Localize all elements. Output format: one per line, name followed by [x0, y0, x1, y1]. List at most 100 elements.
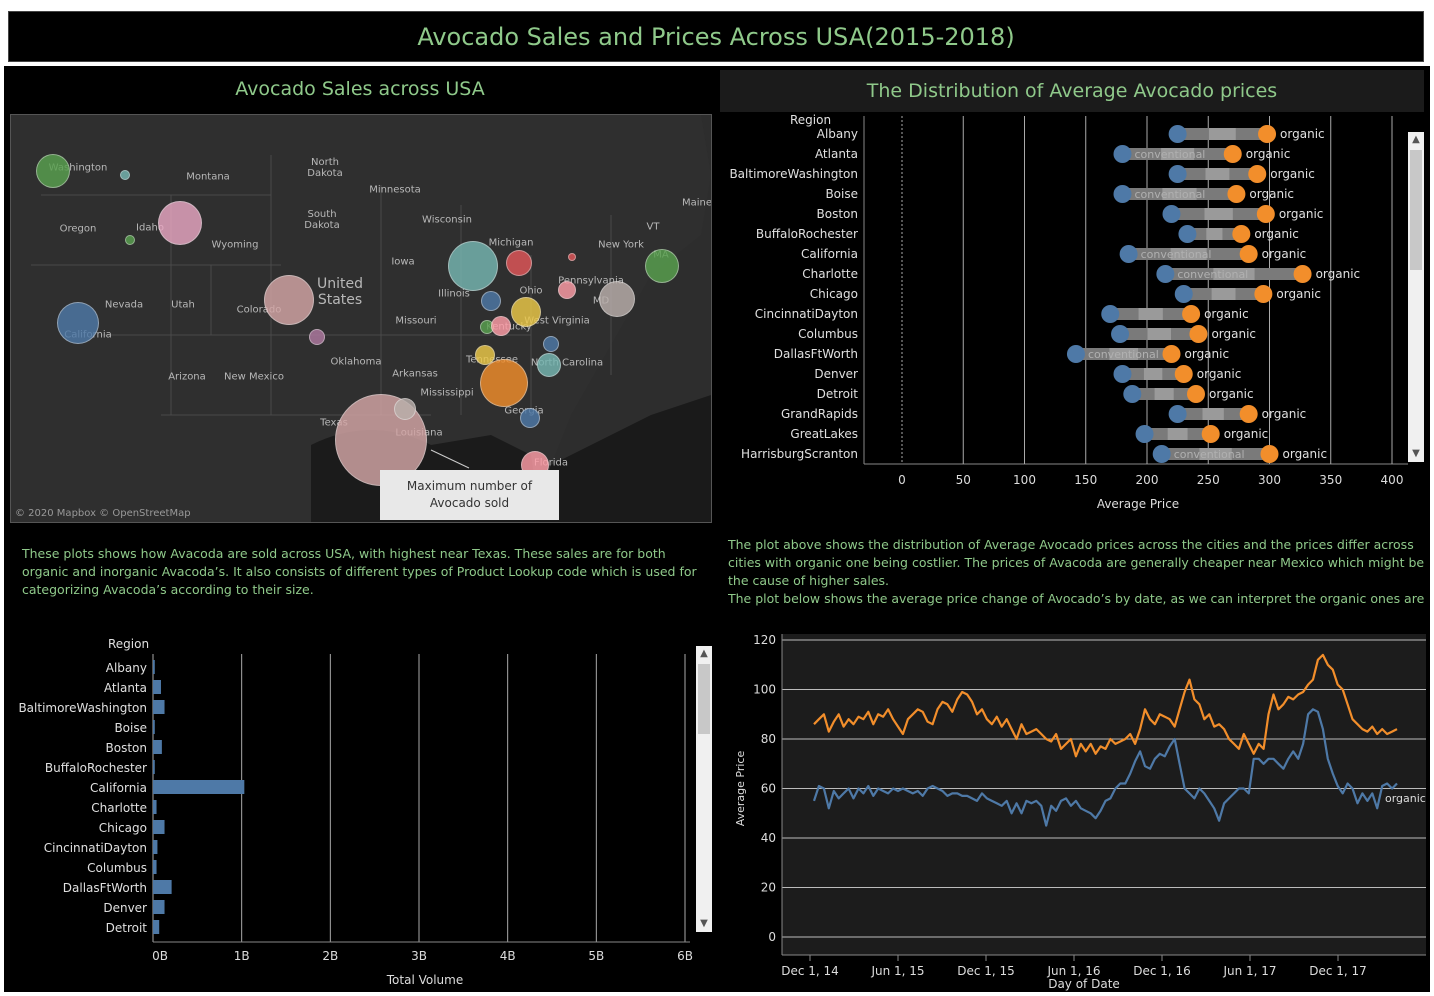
vol-region-label: Boise	[114, 721, 147, 735]
vol-scrollbar[interactable]: ▲ ▼	[696, 646, 712, 932]
line-x-tick: Dec 1, 17	[1309, 964, 1367, 978]
vol-tick-label: 0B	[152, 949, 168, 963]
organic-label: organic	[1211, 327, 1256, 341]
vol-tick-label: 4B	[500, 949, 516, 963]
organic-point	[1223, 145, 1242, 163]
dist-range-mid	[1206, 228, 1223, 240]
dist-region-label: Columbus	[798, 327, 858, 341]
vol-region-label: Atlanta	[104, 681, 147, 695]
line-x-tick: Dec 1, 15	[957, 964, 1015, 978]
line-y-tick: 40	[761, 831, 776, 845]
dist-tick-label: 0	[898, 473, 906, 487]
total-volume-chart[interactable]: Region 0B 1B 2B 3B 4B 5B 6B Total Volume Albany At…	[10, 622, 714, 992]
line-organic-annotation: organic	[1385, 792, 1426, 805]
organic-point	[1189, 325, 1208, 343]
conventional-point	[1174, 285, 1193, 303]
conventional-point	[1152, 445, 1171, 463]
organic-point	[1201, 425, 1220, 443]
dist-range-mid	[1167, 428, 1188, 440]
vol-region-label: Columbus	[87, 861, 147, 875]
vol-region-label: CincinnatiDayton	[44, 841, 147, 855]
dist-region-label: California	[801, 247, 858, 261]
dist-region-label: Atlanta	[815, 147, 858, 161]
conventional-point	[1113, 365, 1132, 383]
vol-region-label: Detroit	[106, 921, 148, 935]
conventional-label: conventional	[1135, 188, 1206, 201]
dashboard-body: Avocado Sales across USA Washington Monta…	[4, 66, 1430, 992]
dist-scroll-thumb[interactable]	[1410, 150, 1422, 270]
organic-label: organic	[1279, 207, 1324, 221]
price-over-time-chart[interactable]: 0 20 40 60 80 100 120 Average Price Day of Date D…	[724, 620, 1428, 992]
organic-point	[1174, 365, 1193, 383]
volume-bar	[153, 840, 158, 854]
conventional-point	[1168, 405, 1187, 423]
dist-tick-label: 300	[1258, 473, 1281, 487]
conventional-point	[1168, 125, 1187, 143]
vol-region-label: BuffaloRochester	[45, 761, 147, 775]
organic-point	[1260, 445, 1279, 463]
dist-region-label: Detroit	[817, 387, 859, 401]
conventional-point	[1162, 205, 1181, 223]
line-x-title: Day of Date	[1048, 977, 1120, 991]
line-svg: 0 20 40 60 80 100 120 Average Price Day of Date D…	[734, 633, 1426, 991]
organic-point	[1239, 405, 1258, 423]
organic-label: organic	[1283, 447, 1328, 461]
dist-tick-label: 50	[956, 473, 971, 487]
volume-bar	[153, 680, 161, 694]
dist-axis-title: Average Price	[1097, 497, 1179, 511]
organic-label: organic	[1204, 307, 1249, 321]
dist-region-label: DallasFtWorth	[774, 347, 858, 361]
vol-scroll-thumb[interactable]	[698, 664, 710, 734]
conventional-point	[1156, 265, 1175, 283]
volume-bar	[153, 740, 162, 754]
dist-region-label: Boise	[825, 187, 858, 201]
conventional-point	[1168, 165, 1187, 183]
conventional-point	[1119, 245, 1138, 263]
conventional-label: conventional	[1174, 448, 1245, 461]
scroll-up-icon[interactable]: ▲	[1408, 132, 1424, 148]
organic-label: organic	[1224, 427, 1269, 441]
vol-tick-label: 1B	[234, 949, 250, 963]
line-x-tick: Dec 1, 16	[1133, 964, 1191, 978]
volume-bar	[153, 900, 165, 914]
dist-region-label: GreatLakes	[790, 427, 858, 441]
conventional-point	[1113, 185, 1132, 203]
dist-range-mid	[1202, 408, 1224, 420]
organic-label: organic	[1209, 387, 1254, 401]
dist-region-label: CincinnatiDayton	[755, 307, 858, 321]
line-y-tick: 0	[768, 930, 776, 944]
dist-range-mid	[1208, 128, 1236, 140]
conventional-label: conventional	[1141, 248, 1212, 261]
sales-map[interactable]: Washington Montana North Dakota Minnesota Or…	[10, 114, 712, 523]
organic-point	[1254, 285, 1273, 303]
dist-tick-label: 400	[1381, 473, 1404, 487]
vol-region-label: DallasFtWorth	[63, 881, 147, 895]
region-header: Region	[790, 113, 831, 127]
organic-point	[1293, 265, 1312, 283]
scroll-down-icon[interactable]: ▼	[1408, 446, 1424, 462]
line-y-tick: 120	[753, 633, 776, 647]
organic-label: organic	[1262, 247, 1307, 261]
vol-region-label: BaltimoreWashington	[18, 701, 147, 715]
vol-region-label: Albany	[106, 661, 147, 675]
scroll-up-icon[interactable]: ▲	[696, 646, 712, 662]
volume-bar	[153, 820, 165, 834]
organic-label: organic	[1246, 147, 1291, 161]
vol-region-label: Chicago	[99, 821, 147, 835]
dashboard-title-text: Avocado Sales and Prices Across USA(2015…	[417, 22, 1015, 51]
scroll-down-icon[interactable]: ▼	[696, 916, 712, 932]
dist-scrollbar[interactable]: ▲ ▼	[1408, 132, 1424, 462]
organic-point	[1232, 225, 1251, 243]
right-description-1: The plot above shows the distribution of…	[728, 537, 1425, 588]
price-distribution-chart[interactable]: Region 0 50 100 150 200 250 300 350 400 Average Pr…	[720, 112, 1424, 522]
dist-range-mid	[1143, 368, 1163, 380]
dist-region-label: BuffaloRochester	[756, 227, 858, 241]
conventional-point	[1123, 385, 1142, 403]
vol-tick-label: 5B	[588, 949, 604, 963]
line-x-tick: Jun 1, 15	[870, 964, 924, 978]
right-description-2: The plot below shows the average price c…	[728, 591, 1428, 606]
dist-range-mid	[1211, 288, 1236, 300]
vol-region-label: Boston	[106, 741, 147, 755]
organic-label: organic	[1276, 287, 1321, 301]
volume-bar	[153, 700, 165, 714]
